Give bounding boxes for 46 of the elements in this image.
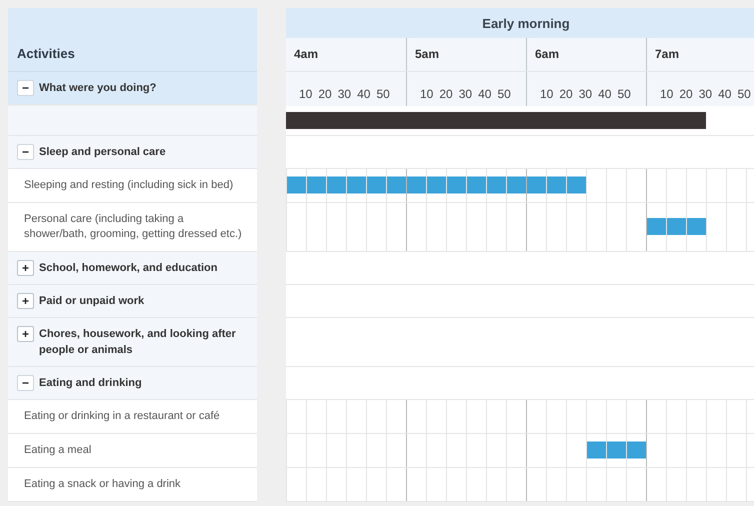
minute-tick: 40	[598, 87, 612, 101]
hour-label: 5am	[406, 38, 526, 71]
minute-tick: 50	[497, 87, 511, 101]
section-label: What were you doing?	[39, 81, 158, 96]
minute-tick: 40	[478, 87, 492, 101]
minute-tick: 20	[318, 87, 332, 101]
section-label: School, homework, and education	[39, 261, 218, 276]
toggle-button[interactable]: +	[17, 260, 34, 276]
minute-tick: 10	[660, 87, 674, 101]
minute-tick: 30	[698, 87, 712, 101]
toggle-button[interactable]: −	[17, 375, 34, 391]
minute-tick: 50	[617, 87, 631, 101]
activity-label: Eating a snack or having a drink	[8, 468, 257, 502]
minute-tick: 50	[376, 87, 390, 101]
section-label: Eating and drinking	[39, 376, 143, 391]
activity-label: Eating a meal	[8, 434, 257, 468]
minute-tick: 40	[357, 87, 370, 101]
column-header: Activities	[8, 8, 257, 72]
time-slot[interactable]	[526, 169, 546, 202]
hour-label: 7am	[646, 38, 754, 71]
minute-tick: 20	[439, 87, 453, 101]
minute-tick: 50	[737, 87, 751, 101]
period-header: Early morning	[286, 8, 754, 38]
minute-tick: 10	[420, 87, 434, 101]
hour-label: 6am	[526, 38, 646, 71]
activity-label: Personal care (including taking a shower/bath, grooming, getting dressed etc.)	[8, 203, 257, 252]
toggle-button[interactable]: +	[17, 293, 34, 309]
minute-tick: 20	[559, 87, 573, 101]
minute-tick: 10	[540, 87, 554, 101]
time-slot[interactable]	[406, 169, 426, 202]
hour-label: 4am	[293, 46, 320, 63]
toggle-button[interactable]: −	[17, 80, 34, 96]
minute-tick: 10	[299, 87, 312, 101]
toggle-button[interactable]: −	[17, 144, 34, 160]
minute-tick: 30	[458, 87, 472, 101]
section-label: Paid or unpaid work	[39, 294, 146, 309]
activity-label: Eating or drinking in a restaurant or café	[8, 400, 257, 434]
minute-tick: 20	[679, 87, 693, 101]
time-slot[interactable]	[646, 203, 666, 251]
section-label: Chores, housework, and looking after people or animals	[39, 327, 237, 358]
minute-tick: 30	[338, 87, 352, 101]
section-label: Sleep and personal care	[39, 145, 167, 160]
minute-tick: 40	[718, 87, 732, 101]
minute-tick: 30	[578, 87, 592, 101]
activity-label: Sleeping and resting (including sick in bed)	[8, 169, 257, 203]
toggle-button[interactable]: +	[17, 326, 34, 342]
